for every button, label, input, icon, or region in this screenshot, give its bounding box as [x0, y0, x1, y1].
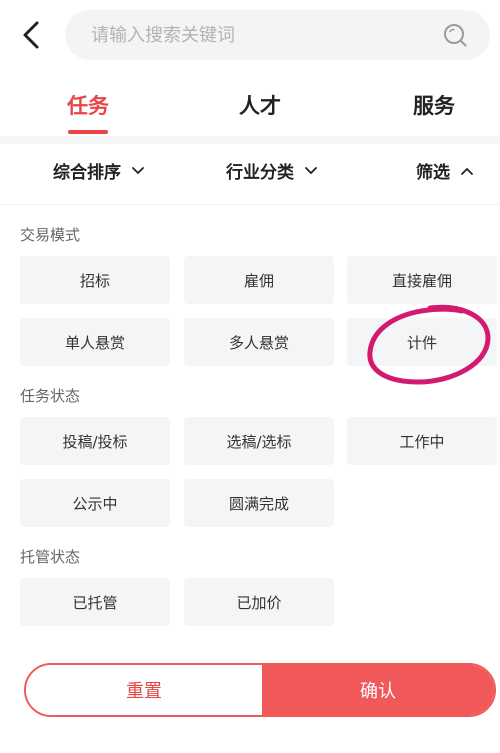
tab-tasks[interactable]: 任务	[67, 90, 109, 120]
chevron-left-icon	[23, 21, 39, 49]
filter-screen-label: 筛选	[416, 163, 450, 183]
option-chip[interactable]: 已托管	[20, 578, 170, 626]
option-chip[interactable]: 计件	[347, 318, 497, 366]
option-chip[interactable]: 投稿/投标	[20, 417, 170, 465]
active-tab-indicator	[68, 130, 108, 134]
search-input[interactable]	[89, 23, 423, 47]
filter-screen[interactable]: 筛选	[416, 158, 474, 183]
option-chip[interactable]: 雇佣	[184, 256, 334, 304]
action-bar: 重置 确认	[24, 663, 496, 717]
option-chip[interactable]: 单人悬赏	[20, 318, 170, 366]
filter-industry[interactable]: 行业分类	[226, 158, 318, 183]
option-chip[interactable]: 公示中	[20, 479, 170, 527]
filter-sort-label: 综合排序	[53, 163, 121, 183]
back-button[interactable]	[14, 18, 48, 52]
option-chip[interactable]: 选稿/选标	[184, 417, 334, 465]
search-icon[interactable]	[442, 22, 468, 48]
chevron-down-icon	[305, 166, 317, 174]
tab-bar: 任务 人才 服务	[0, 80, 500, 136]
divider	[0, 136, 500, 144]
reset-button[interactable]: 重置	[26, 665, 262, 715]
option-chip[interactable]: 多人悬赏	[184, 318, 334, 366]
filter-industry-label: 行业分类	[226, 163, 294, 183]
option-chip[interactable]: 直接雇佣	[347, 256, 497, 304]
option-chip[interactable]: 圆满完成	[184, 479, 334, 527]
tab-services[interactable]: 服务	[413, 90, 455, 120]
option-chip[interactable]: 工作中	[347, 417, 497, 465]
section-title-task-status: 任务状态	[20, 387, 81, 405]
search-bar[interactable]	[65, 10, 490, 60]
section-title-trade-mode: 交易模式	[20, 226, 81, 244]
confirm-button[interactable]: 确认	[262, 665, 494, 715]
filter-page: 任务 人才 服务 综合排序 行业分类 筛选 交易模式 招标 雇佣 直接雇佣 单人	[0, 0, 500, 753]
chevron-up-icon	[461, 167, 473, 175]
filter-sort[interactable]: 综合排序	[53, 158, 145, 183]
option-chip[interactable]: 招标	[20, 256, 170, 304]
chevron-down-icon	[132, 166, 144, 174]
filter-bar: 综合排序 行业分类 筛选	[0, 144, 500, 205]
top-bar	[0, 0, 500, 74]
section-title-escrow-status: 托管状态	[20, 548, 81, 566]
option-chip[interactable]: 已加价	[184, 578, 334, 626]
tab-talent[interactable]: 人才	[239, 90, 281, 120]
